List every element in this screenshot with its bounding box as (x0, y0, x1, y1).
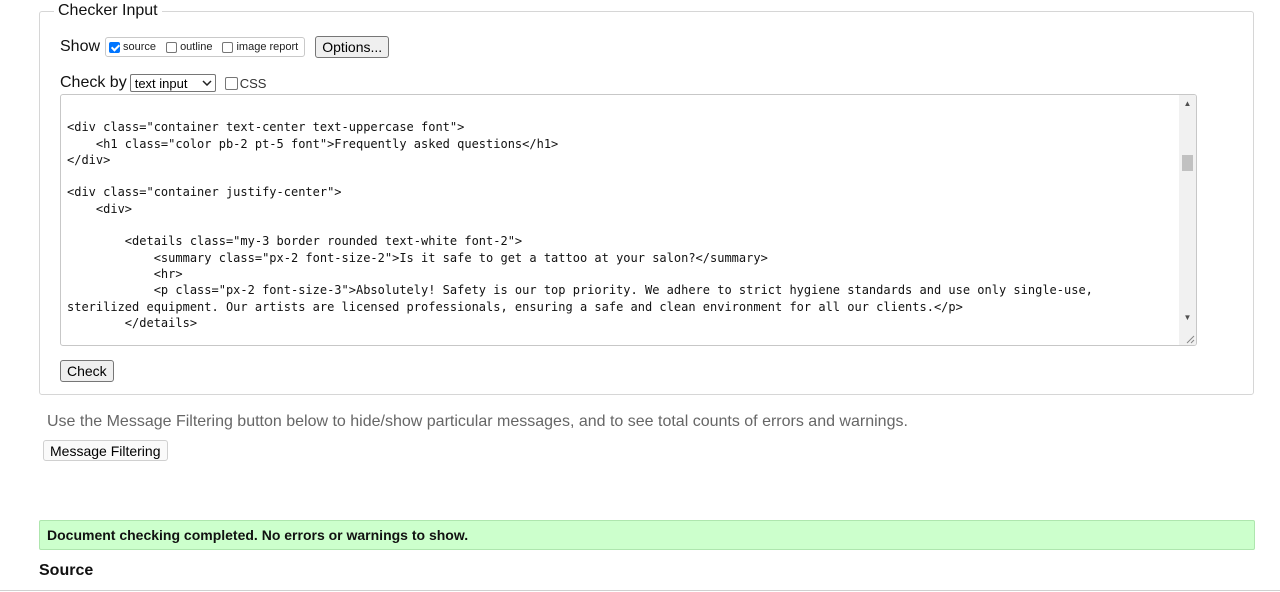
scrollbar-thumb[interactable] (1182, 155, 1193, 171)
show-image-report-label: image report (236, 41, 299, 53)
show-options-row: Show source outline image report Options… (60, 36, 390, 58)
message-filtering-button[interactable]: Message Filtering (43, 440, 168, 461)
show-image-report-checkbox[interactable] (222, 41, 234, 53)
check-by-select[interactable]: text input (129, 74, 216, 92)
source-code[interactable]: <div class="container text-center text-u… (67, 103, 1177, 331)
show-options-group: source outline image report (105, 37, 306, 57)
check-by-value: text input (134, 75, 188, 91)
show-outline-option[interactable]: outline (166, 41, 212, 53)
divider (0, 590, 1280, 591)
css-option[interactable]: CSS (224, 75, 267, 91)
check-by-row: Check by text input CSS (60, 72, 266, 94)
result-success-message: Document checking completed. No errors o… (39, 520, 1255, 550)
show-image-report-option[interactable]: image report (222, 41, 298, 53)
show-source-checkbox[interactable] (109, 41, 121, 53)
textarea-scrollbar[interactable]: ▲ ▼ (1179, 95, 1196, 345)
checker-input-legend: Checker Input (54, 2, 162, 20)
source-textarea[interactable]: <div class="container text-center text-u… (60, 94, 1197, 346)
options-button[interactable]: Options... (315, 36, 390, 58)
scroll-down-arrow-icon[interactable]: ▼ (1179, 310, 1196, 326)
show-source-option[interactable]: source (109, 41, 156, 53)
check-by-label: Check by (60, 74, 127, 91)
show-outline-label: outline (180, 41, 213, 53)
scroll-up-arrow-icon[interactable]: ▲ (1179, 96, 1196, 112)
show-outline-checkbox[interactable] (166, 41, 178, 53)
show-source-label: source (123, 41, 157, 53)
filtering-help-text: Use the Message Filtering button below t… (47, 413, 908, 430)
css-checkbox[interactable] (224, 76, 238, 90)
check-button[interactable]: Check (60, 360, 114, 382)
css-label: CSS (239, 75, 267, 91)
resize-handle-icon[interactable] (1183, 332, 1195, 344)
show-label: Show (60, 38, 101, 55)
source-heading: Source (39, 562, 94, 579)
chevron-down-icon (202, 80, 212, 86)
